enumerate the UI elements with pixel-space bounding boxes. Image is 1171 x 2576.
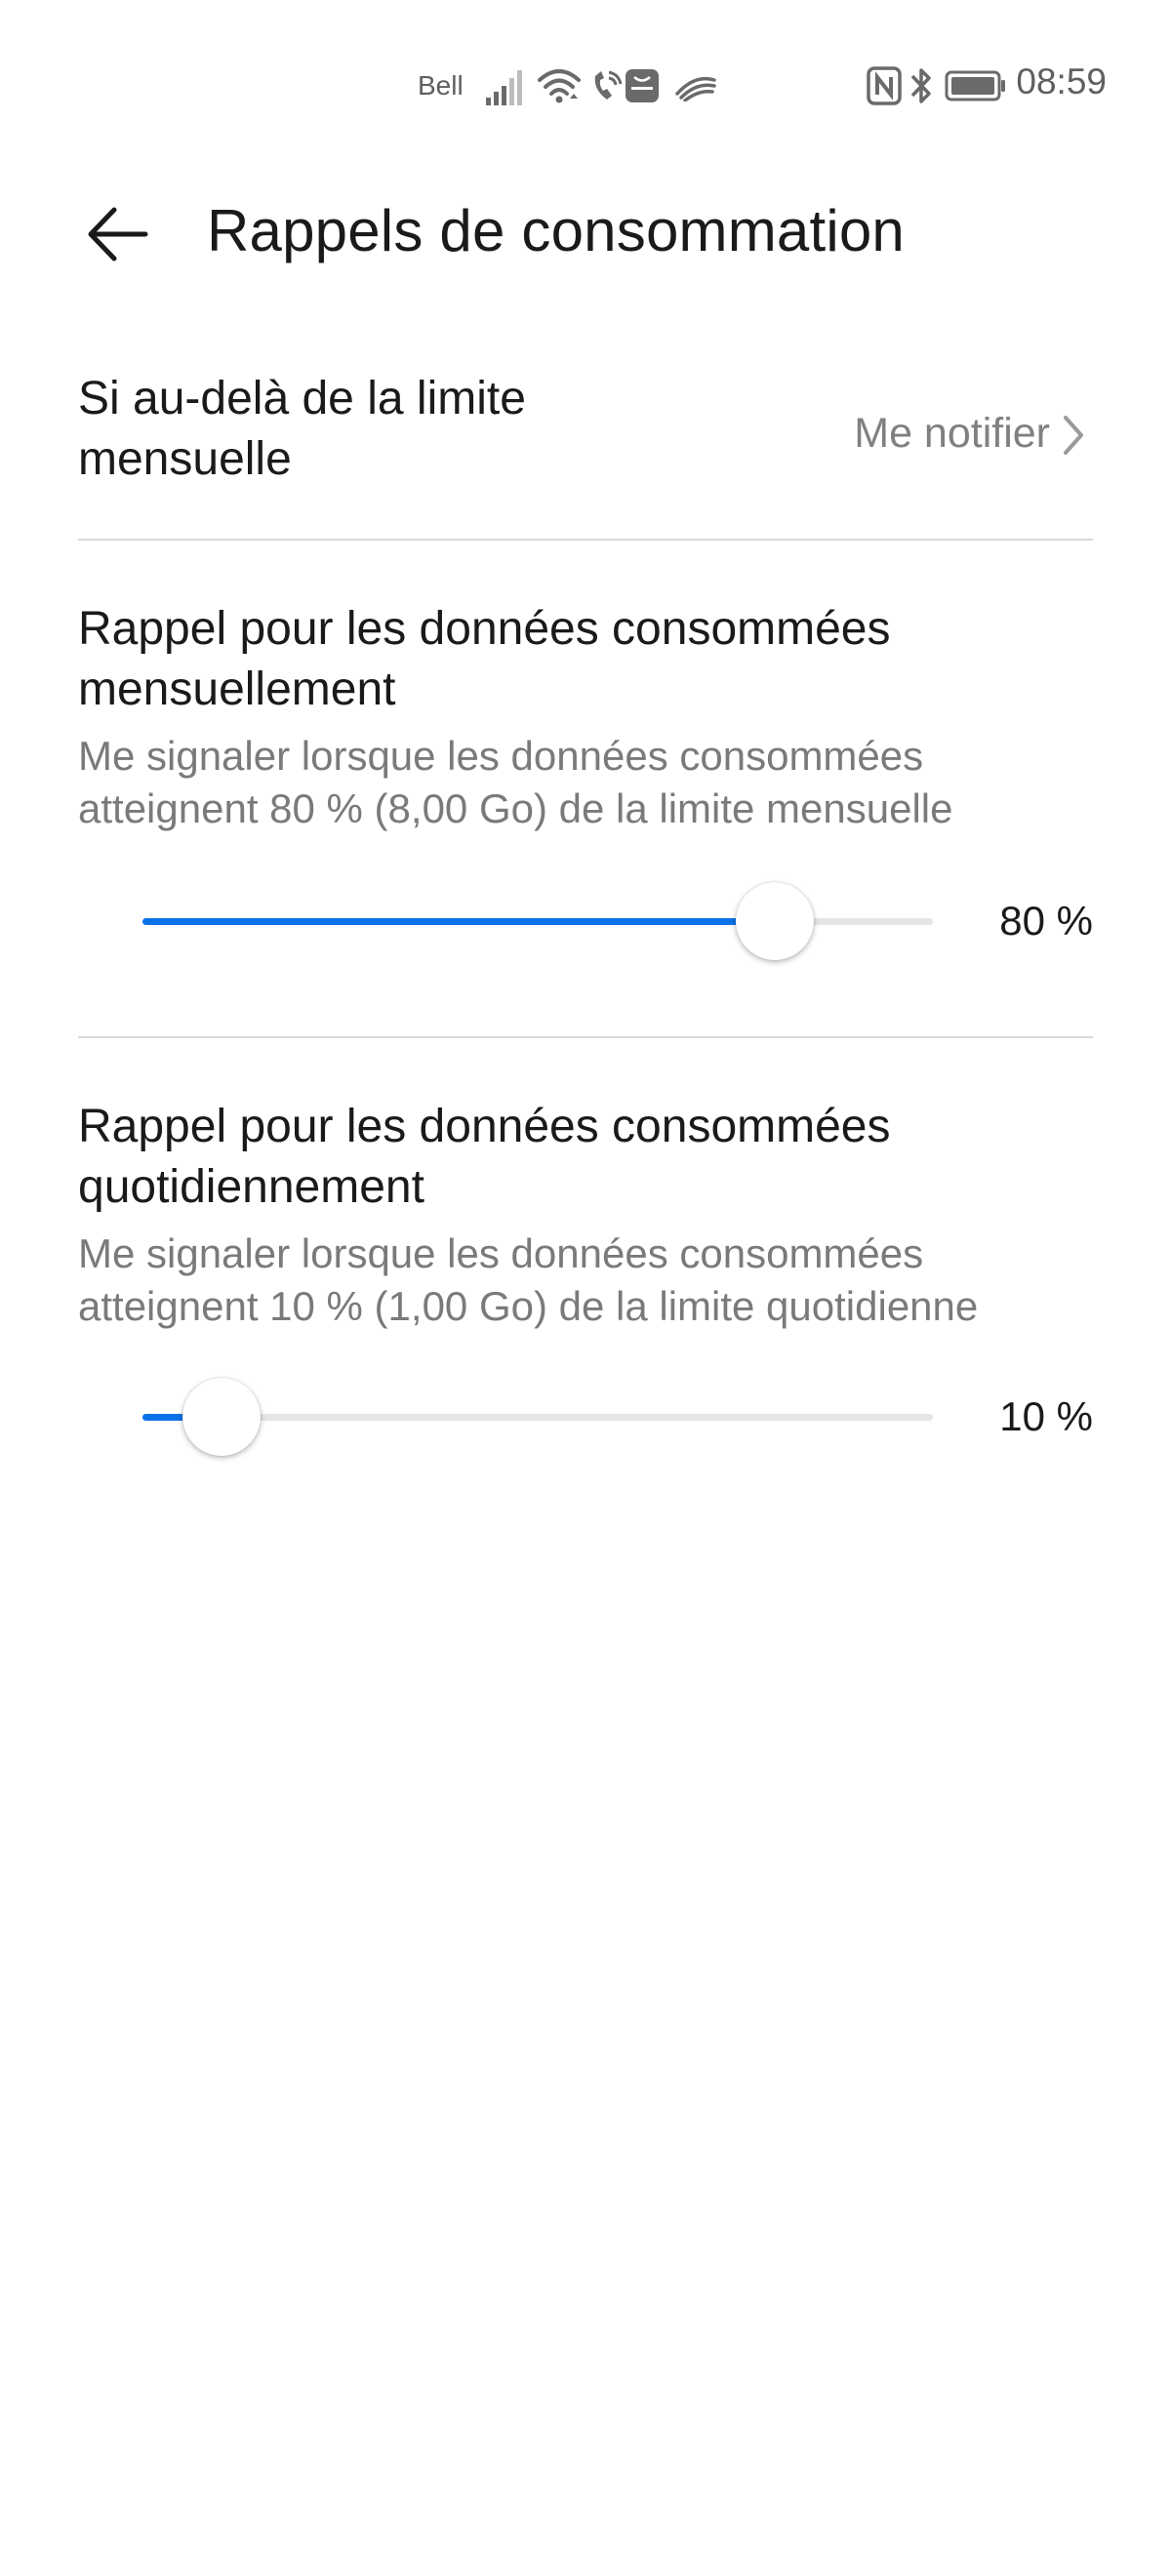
- monthly-reminder-percent: 80 %: [999, 898, 1093, 944]
- battery-icon: [945, 70, 1007, 101]
- wifi-icon: [537, 66, 582, 105]
- status-bar: Bell 08:59: [0, 0, 1171, 172]
- limit-exceeded-label: Si au-delà de la limite mensuelle: [78, 373, 526, 485]
- slider-thumb[interactable]: [182, 1378, 261, 1456]
- carrier-name: Bell: [418, 70, 464, 101]
- daily-reminder-slider[interactable]: [142, 1378, 933, 1456]
- slider-track: [142, 1414, 933, 1421]
- monthly-reminder-title: Rappel pour les données consommées mensu…: [78, 603, 891, 715]
- daily-reminder-percent: 10 %: [999, 1393, 1093, 1439]
- arrow-left-icon: [88, 207, 148, 262]
- nfc-icon: [867, 66, 902, 105]
- bluetooth-icon: [909, 64, 933, 107]
- limit-exceeded-row[interactable]: Si au-delà de la limite mensuelle Me not…: [78, 363, 1093, 539]
- slider-fill: [142, 918, 775, 925]
- monthly-reminder-slider[interactable]: [142, 882, 933, 960]
- wifi-calling-icon: [589, 68, 625, 105]
- monthly-reminder-description: Me signaler lorsque les données consommé…: [78, 733, 953, 831]
- daily-reminder-description: Me signaler lorsque les données consommé…: [78, 1230, 979, 1329]
- status-time: 08:59: [1016, 61, 1107, 101]
- daily-slider-row: 10 %: [78, 1378, 1093, 1456]
- limit-exceeded-value: Me notifier: [854, 410, 1050, 457]
- monthly-slider-row: 80 %: [78, 882, 1093, 960]
- daily-reminder-section: Rappel pour les données consommées quoti…: [78, 1097, 1093, 1333]
- huawei-app-icon: [625, 68, 660, 103]
- signal-icon: [484, 68, 527, 107]
- swipe-icon: [673, 70, 718, 101]
- screen: Bell 08:59 Rappels de consommation Si au…: [0, 0, 1171, 2576]
- app-bar: Rappels de consommation: [0, 172, 1171, 289]
- chevron-right-icon: [1054, 406, 1093, 464]
- page-title: Rappels de consommation: [207, 198, 905, 263]
- back-button[interactable]: [76, 193, 158, 275]
- monthly-reminder-section: Rappel pour les données consommées mensu…: [78, 599, 1093, 835]
- daily-reminder-title: Rappel pour les données consommées quoti…: [78, 1101, 891, 1213]
- slider-thumb[interactable]: [736, 882, 814, 960]
- divider: [78, 1036, 1093, 1038]
- divider: [78, 539, 1093, 541]
